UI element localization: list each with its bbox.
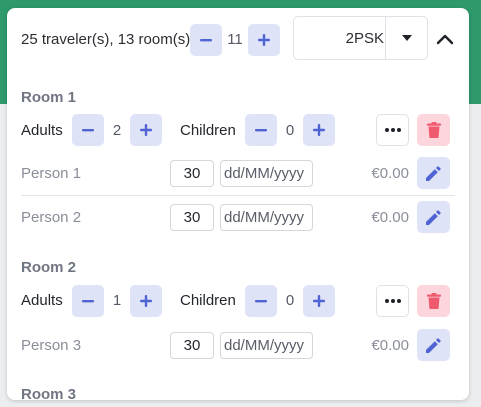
more-horizontal-icon	[384, 128, 401, 132]
travelers-summary: 25 traveler(s), 13 room(s)	[21, 31, 191, 48]
person-2-price: €0.00	[371, 209, 409, 226]
trash-icon	[426, 122, 441, 138]
person-1-age-input[interactable]: 30	[170, 160, 214, 187]
room-1-more-button[interactable]	[376, 114, 409, 146]
chevron-up-icon	[436, 34, 454, 45]
room-1-children-label: Children	[180, 122, 236, 139]
fare-dropdown-button[interactable]	[386, 17, 428, 59]
room-1-title: Room 1	[21, 89, 77, 106]
room-1-children-minus-button[interactable]	[245, 114, 277, 146]
room-1-adults-plus-button[interactable]	[130, 114, 162, 146]
room-count-value: 11	[227, 31, 243, 48]
room-1-children-plus-button[interactable]	[303, 114, 335, 146]
more-horizontal-icon	[384, 299, 401, 303]
room-2-children-plus-button[interactable]	[303, 285, 335, 317]
room-2-adults-label: Adults	[21, 292, 63, 309]
minus-icon	[255, 129, 267, 132]
fare-select[interactable]: 2PSK	[293, 16, 428, 60]
person-3-birthdate-input[interactable]: dd/MM/yyyy	[220, 332, 313, 359]
collapse-panel-button[interactable]	[432, 26, 458, 52]
plus-icon	[140, 295, 152, 307]
room-1-children-value: 0	[285, 122, 295, 139]
plus-icon	[258, 34, 270, 46]
person-3-price: €0.00	[371, 337, 409, 354]
pencil-icon	[426, 165, 441, 181]
person-3-name: Person 3	[21, 337, 82, 354]
person-1-birthdate-input[interactable]: dd/MM/yyyy	[220, 160, 313, 187]
person-1-edit-button[interactable]	[417, 157, 450, 189]
minus-icon	[82, 129, 94, 132]
pencil-icon	[426, 209, 441, 225]
person-1-price: €0.00	[371, 165, 409, 182]
person-3-edit-button[interactable]	[417, 329, 450, 361]
caret-down-icon	[402, 35, 412, 41]
room-2-children-value: 0	[285, 292, 295, 309]
person-2-edit-button[interactable]	[417, 201, 450, 233]
room-1-adults-label: Adults	[21, 122, 63, 139]
plus-icon	[140, 124, 152, 136]
person-2-age-input[interactable]: 30	[170, 204, 214, 231]
person-divider	[21, 195, 455, 196]
room-1-delete-button[interactable]	[417, 114, 450, 146]
room-2-children-minus-button[interactable]	[245, 285, 277, 317]
room-2-delete-button[interactable]	[417, 285, 450, 317]
room-3-title: Room 3	[21, 386, 77, 400]
room-2-adults-value: 1	[112, 292, 122, 309]
trash-icon	[426, 293, 441, 309]
person-2-name: Person 2	[21, 209, 82, 226]
room-count-plus-button[interactable]	[248, 24, 280, 56]
minus-icon	[82, 300, 94, 303]
room-count-minus-button[interactable]	[190, 24, 222, 56]
room-1-adults-minus-button[interactable]	[72, 114, 104, 146]
minus-icon	[255, 300, 267, 303]
room-1-adults-value: 2	[112, 122, 122, 139]
pencil-icon	[426, 337, 441, 353]
fare-select-value: 2PSK	[345, 30, 384, 47]
person-2-birthdate-input[interactable]: dd/MM/yyyy	[220, 204, 313, 231]
room-2-adults-minus-button[interactable]	[72, 285, 104, 317]
room-2-adults-plus-button[interactable]	[130, 285, 162, 317]
room-2-children-label: Children	[180, 292, 236, 309]
room-2-more-button[interactable]	[376, 285, 409, 317]
travelers-rooms-panel: 25 traveler(s), 13 room(s) 11 2PSK Room …	[7, 8, 469, 400]
plus-icon	[313, 295, 325, 307]
person-1-name: Person 1	[21, 165, 82, 182]
plus-icon	[313, 124, 325, 136]
minus-icon	[200, 39, 212, 42]
person-3-age-input[interactable]: 30	[170, 332, 214, 359]
room-2-title: Room 2	[21, 259, 77, 276]
